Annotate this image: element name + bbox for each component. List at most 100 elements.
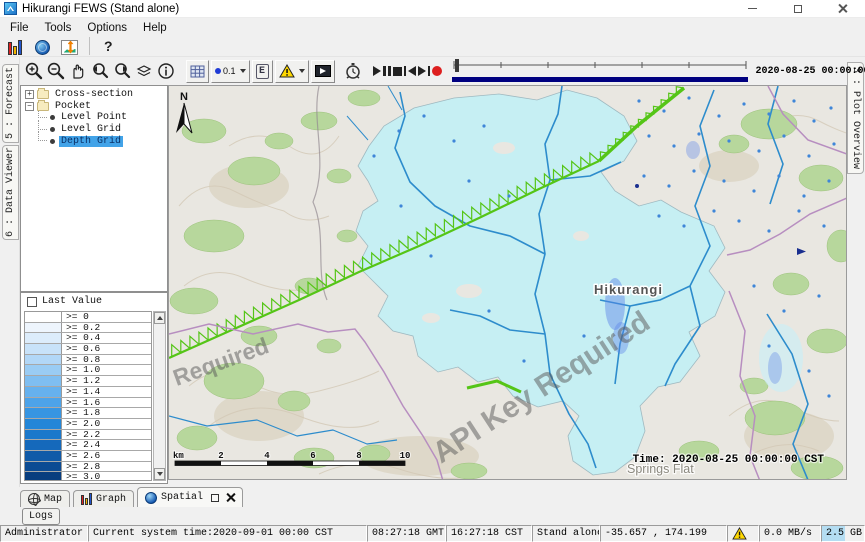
record-icon [432, 66, 442, 76]
legend-label: >= 0 [62, 312, 89, 322]
close-button[interactable] [820, 0, 865, 17]
timeseries-chart-icon [61, 40, 78, 55]
legend-row: >= 1.4 [25, 387, 151, 398]
legend-scrollbar[interactable] [153, 311, 166, 481]
tab-graph[interactable]: Graph [73, 490, 134, 507]
title-bar: Hikurangi FEWS (Stand alone) [0, 0, 865, 18]
north-label: N [180, 91, 188, 103]
pan-button[interactable] [68, 60, 88, 82]
tab-plot-overview[interactable]: 3 : Plot Overview [847, 62, 864, 174]
legend-swatch [25, 430, 62, 440]
wire-globe-icon [28, 493, 40, 505]
bar-chart-icon [81, 493, 92, 505]
zoom-previous-icon [90, 61, 110, 81]
status-user: Administrator [0, 525, 88, 542]
skip-start-icon [404, 66, 406, 76]
last-value-checkbox[interactable] [27, 297, 37, 307]
zoom-next-button[interactable] [112, 60, 132, 82]
legend-row: >= 2.0 [25, 419, 151, 430]
close-icon [838, 4, 847, 13]
map-canvas[interactable]: API Key Required API Key Required Hikura… [168, 85, 847, 480]
timer-button[interactable] [343, 60, 363, 82]
logs-display-button[interactable] [5, 38, 25, 55]
grid-display-button[interactable] [186, 60, 209, 83]
legend-toggle-button[interactable]: E [252, 60, 273, 83]
timeseries-display-button[interactable] [59, 38, 79, 55]
warning-dropdown-button[interactable] [275, 60, 309, 83]
tab-data-viewer[interactable]: 6 : Data Viewer [2, 145, 19, 240]
zoom-in-button[interactable] [24, 60, 44, 82]
info-button[interactable] [156, 60, 176, 82]
legend-e-icon: E [256, 64, 269, 79]
info-icon [156, 61, 176, 81]
animation-button[interactable] [311, 60, 335, 83]
scroll-down-button[interactable] [154, 468, 165, 480]
menu-file[interactable]: File [2, 21, 37, 35]
warning-icon [732, 527, 747, 540]
zoom-out-button[interactable] [46, 60, 66, 82]
menu-help[interactable]: Help [135, 21, 175, 35]
pause-icon [383, 66, 386, 76]
stop-button[interactable] [393, 62, 402, 80]
menu-options[interactable]: Options [79, 21, 135, 35]
tab-map[interactable]: Map [20, 490, 70, 507]
status-mode: Stand alone [532, 525, 600, 542]
threshold-dropdown-button[interactable]: 0.1 [211, 60, 250, 83]
globe-icon [145, 492, 157, 504]
legend-swatch [25, 333, 62, 343]
record-button[interactable] [432, 62, 442, 80]
layers-tree-panel: +Cross-section−PocketLevel PointLevel Gr… [20, 85, 168, 292]
tree-item-pocket[interactable]: − Pocket [24, 101, 167, 113]
minimize-button[interactable] [730, 0, 775, 17]
legend-swatch [25, 323, 62, 333]
legend-swatch [25, 376, 62, 386]
tab-spatial-label: Spatial [161, 492, 203, 503]
float-panel-icon[interactable] [211, 494, 219, 502]
expand-icon[interactable]: + [25, 90, 34, 99]
last-frame-button[interactable] [418, 62, 430, 80]
tab-forecast[interactable]: 5 : Forecast [2, 64, 19, 143]
legend-swatch [25, 312, 62, 322]
collapse-icon[interactable]: − [25, 102, 34, 111]
folder-icon [37, 102, 49, 111]
app-icon [4, 2, 17, 15]
legend-table: >= 0>= 0.2>= 0.4>= 0.6>= 0.8>= 1.0>= 1.2… [24, 311, 152, 481]
zoom-in-icon [24, 61, 44, 81]
legend-swatch [25, 440, 62, 450]
map-display-button[interactable] [32, 38, 52, 55]
globe-icon [35, 40, 50, 55]
help-button[interactable]: ? [100, 38, 117, 54]
tree-item-label: Pocket [53, 101, 93, 112]
tree-item-cross-section[interactable]: +Cross-section [24, 89, 167, 101]
tree-connector [38, 120, 47, 130]
status-warning-cell[interactable] [727, 525, 759, 542]
time-slider[interactable] [452, 58, 748, 84]
legend-panel: Last Value >= 0>= 0.2>= 0.4>= 0.6>= 0.8>… [20, 292, 168, 484]
scroll-up-button[interactable] [154, 312, 165, 324]
legend-swatch [25, 365, 62, 375]
legend-swatch [25, 387, 62, 397]
layers-button[interactable] [134, 60, 154, 82]
maximize-button[interactable] [775, 0, 820, 17]
map-time-overlay: Time: 2020-08-25 00:00:00 CST [633, 454, 825, 466]
close-tab-icon[interactable] [226, 493, 235, 502]
time-slider-thumb[interactable] [455, 59, 459, 72]
stop-icon [393, 67, 402, 76]
menu-tools[interactable]: Tools [37, 21, 80, 35]
scale-tick-label: 4 [264, 451, 270, 461]
legend-label: >= 1.6 [62, 398, 100, 408]
zoom-previous-button[interactable] [90, 60, 110, 82]
legend-swatch [25, 472, 62, 481]
scale-tick-label: 6 [310, 451, 315, 461]
legend-swatch [25, 408, 62, 418]
tab-spatial[interactable]: Spatial [137, 487, 243, 507]
pause-button[interactable] [383, 62, 391, 80]
play-button[interactable] [373, 62, 381, 80]
tree-item-depth-grid[interactable]: Depth Grid [24, 135, 167, 147]
legend-swatch [25, 451, 62, 461]
legend-swatch [25, 344, 62, 354]
logs-button[interactable]: Logs [22, 508, 60, 525]
first-frame-button[interactable] [404, 62, 416, 80]
map-svg: API Key Required API Key Required Hikura… [169, 86, 847, 480]
map-toolbar: 0.1 E 2020-08-25 00:00:00 CST [20, 57, 847, 85]
